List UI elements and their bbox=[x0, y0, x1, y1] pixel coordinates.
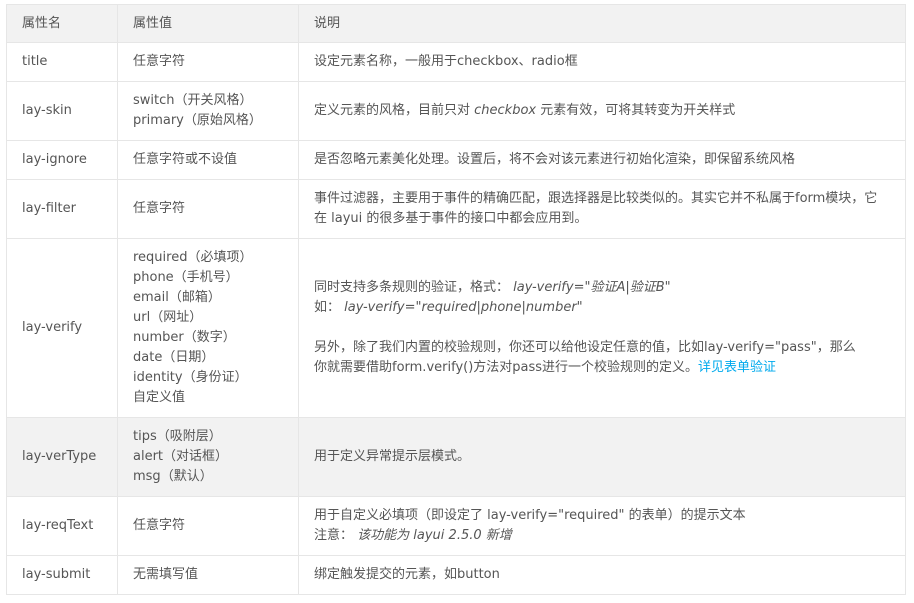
code-checkbox: checkbox bbox=[474, 103, 537, 118]
table-row: lay-verType tips（吸附层） alert（对话框） msg（默认）… bbox=[6, 417, 906, 497]
attr-value: 任意字符 bbox=[117, 496, 299, 556]
attr-value: required（必填项） phone（手机号） email（邮箱） url（网… bbox=[117, 238, 299, 418]
attr-desc: 定义元素的风格，目前只对 checkbox 元素有效，可将其转变为开关样式 bbox=[298, 81, 906, 141]
table-row: lay-filter 任意字符 事件过滤器，主要用于事件的精确匹配，跟选择器是比… bbox=[6, 179, 906, 239]
attr-value: 任意字符或不设值 bbox=[117, 140, 299, 180]
table-header-row: 属性名 属性值 说明 bbox=[6, 4, 906, 43]
attribute-table: 属性名 属性值 说明 title 任意字符 设定元素名称，一般用于checkbo… bbox=[6, 4, 906, 595]
attr-value: switch（开关风格） primary（原始风格） bbox=[117, 81, 299, 141]
header-name: 属性名 bbox=[6, 4, 118, 43]
attr-value: 无需填写值 bbox=[117, 555, 299, 595]
attr-desc: 事件过滤器，主要用于事件的精确匹配，跟选择器是比较类似的。其实它并不私属于for… bbox=[298, 179, 906, 239]
attr-desc: 同时支持多条规则的验证，格式： lay-verify="验证A|验证B" 如： … bbox=[298, 238, 906, 418]
attr-value: tips（吸附层） alert（对话框） msg（默认） bbox=[117, 417, 299, 497]
table-row: lay-verify required（必填项） phone（手机号） emai… bbox=[6, 238, 906, 418]
attribute-table-container: 属性名 属性值 说明 title 任意字符 设定元素名称，一般用于checkbo… bbox=[6, 4, 906, 595]
table-row: lay-submit 无需填写值 绑定触发提交的元素，如button bbox=[6, 555, 906, 595]
attr-name: lay-skin bbox=[6, 81, 118, 141]
header-value: 属性值 bbox=[117, 4, 299, 43]
table-row: lay-reqText 任意字符 用于自定义必填项（即设定了 lay-verif… bbox=[6, 496, 906, 556]
attr-desc: 用于自定义必填项（即设定了 lay-verify="required" 的表单）… bbox=[298, 496, 906, 556]
header-desc: 说明 bbox=[298, 4, 906, 43]
table-row: lay-skin switch（开关风格） primary（原始风格） 定义元素… bbox=[6, 81, 906, 141]
attr-value: 任意字符 bbox=[117, 179, 299, 239]
attr-name: lay-filter bbox=[6, 179, 118, 239]
table-row: title 任意字符 设定元素名称，一般用于checkbox、radio框 bbox=[6, 42, 906, 82]
attr-name: lay-verify bbox=[6, 238, 118, 418]
attr-name: lay-reqText bbox=[6, 496, 118, 556]
attr-desc: 绑定触发提交的元素，如button bbox=[298, 555, 906, 595]
form-verify-doc-link[interactable]: 详见表单验证 bbox=[698, 360, 776, 375]
attr-name: lay-verType bbox=[6, 417, 118, 497]
table-row: lay-ignore 任意字符或不设值 是否忽略元素美化处理。设置后，将不会对该… bbox=[6, 140, 906, 180]
attr-name: title bbox=[6, 42, 118, 82]
attr-name: lay-ignore bbox=[6, 140, 118, 180]
attr-desc: 是否忽略元素美化处理。设置后，将不会对该元素进行初始化渲染，即保留系统风格 bbox=[298, 140, 906, 180]
attr-name: lay-submit bbox=[6, 555, 118, 595]
attr-value: 任意字符 bbox=[117, 42, 299, 82]
attr-desc: 用于定义异常提示层模式。 bbox=[298, 417, 906, 497]
attr-desc: 设定元素名称，一般用于checkbox、radio框 bbox=[298, 42, 906, 82]
